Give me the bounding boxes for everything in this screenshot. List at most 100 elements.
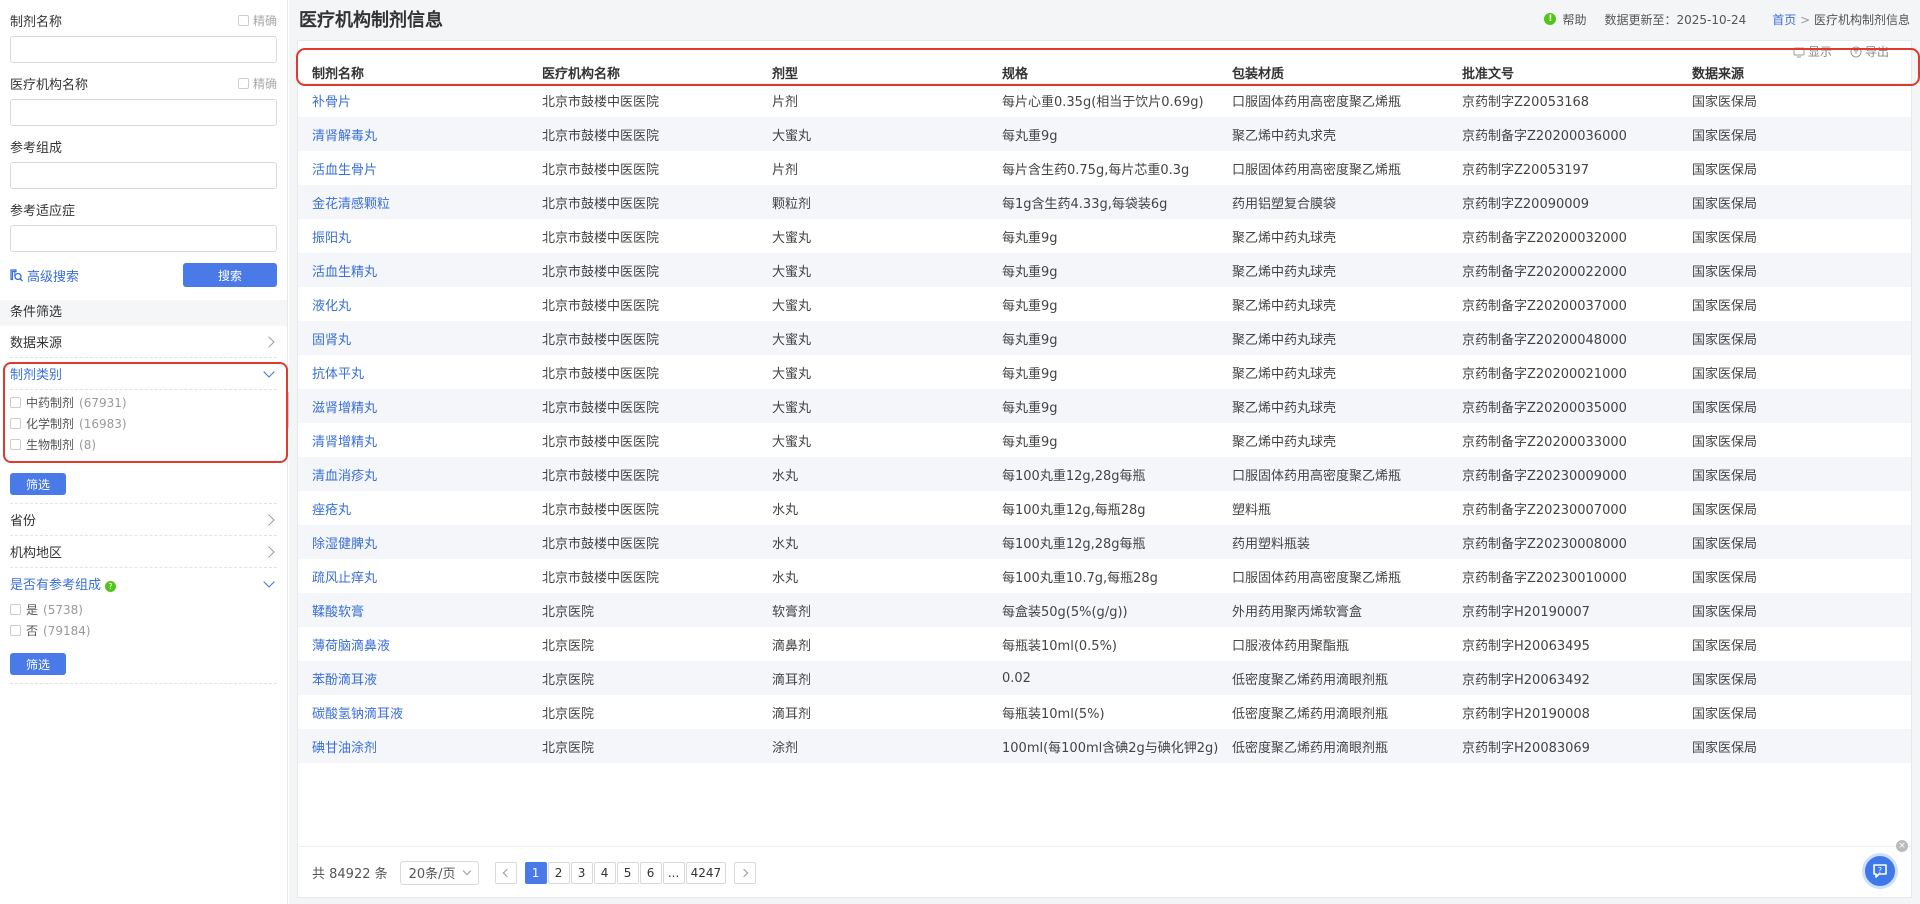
page-number[interactable]: ...	[662, 861, 685, 884]
breadcrumb-home[interactable]: 首页	[1772, 13, 1796, 27]
prep-name-link[interactable]: 清肾解毒丸	[298, 117, 528, 151]
column-header[interactable]: 医疗机构名称	[528, 63, 758, 84]
page-number[interactable]: 5	[616, 861, 639, 884]
has-ref-option[interactable]: 是 (5738)	[10, 599, 277, 620]
table-cell: 聚乙烯中药丸球壳	[1218, 253, 1448, 287]
filter-source-toggle[interactable]: 数据来源	[10, 326, 277, 357]
prep-name-link[interactable]: 活血生精丸	[298, 253, 528, 287]
table-row: 薄荷脑滴鼻液 北京医院 滴鼻剂 每瓶装10ml(0.5%) 口服液体药用聚酯瓶 京药制字H…	[298, 627, 1911, 661]
filter-has-ref-toggle[interactable]: 是否有参考组成?	[10, 568, 277, 599]
option-label: 否	[26, 624, 39, 638]
table-cell: 北京医院	[528, 661, 758, 695]
page-number[interactable]: 2	[547, 861, 570, 884]
results-table: 制剂名称 医疗机构名称 剂型 规格 包装材质 批准文号 数据来源 补骨片北京市鼓…	[298, 63, 1911, 763]
prep-name-input[interactable]	[10, 36, 277, 63]
checkbox[interactable]	[237, 14, 249, 26]
advanced-search-link[interactable]: 高级搜索	[10, 266, 79, 285]
prep-name-link[interactable]: 清血消疹丸	[298, 457, 528, 491]
table-cell: 国家医保局	[1692, 434, 1758, 450]
total-count: 共 84922 条	[312, 867, 388, 882]
checkbox[interactable]	[237, 77, 249, 89]
table-cell: 口服固体药用高密度聚乙烯瓶	[1232, 570, 1402, 586]
column-header[interactable]: 批准文号	[1448, 63, 1678, 84]
prep-name-link[interactable]: 苯酚滴耳液	[298, 661, 528, 695]
table-row: 活血生骨片 北京市鼓楼中医医院 片剂 每片含生药0.75g,每片芯重0.3g 口服固体药…	[298, 151, 1911, 185]
breadcrumb-separator: >	[1800, 12, 1811, 27]
page-number[interactable]: 6	[639, 861, 662, 884]
prep-name-link[interactable]: 清肾增精丸	[298, 423, 528, 457]
prep-name-link[interactable]: 碘甘油涂剂	[298, 729, 528, 763]
table-cell: 北京市鼓楼中医医院	[528, 185, 758, 219]
next-page-button[interactable]	[734, 861, 757, 884]
column-header[interactable]: 制剂名称	[298, 63, 528, 84]
checkbox[interactable]	[10, 418, 21, 429]
table-cell: 京药制备字Z20200033000	[1462, 434, 1627, 450]
table-row: 清肾增精丸 北京市鼓楼中医医院 大蜜丸 每丸重9g 聚乙烯中药丸球壳 京药制备字Z2020…	[298, 423, 1911, 457]
category-option[interactable]: 生物制剂 (8)	[10, 434, 277, 455]
exact-toggle[interactable]: 精确	[237, 12, 277, 29]
checkbox[interactable]	[10, 625, 21, 636]
institution-input[interactable]	[10, 99, 277, 126]
prep-name-link[interactable]: 补骨片	[298, 83, 528, 117]
column-header[interactable]: 剂型	[758, 63, 988, 84]
table-cell: 口服固体药用高密度聚乙烯瓶	[1232, 94, 1402, 110]
page-number[interactable]: 3	[570, 861, 593, 884]
help-link[interactable]: 帮助	[1562, 11, 1586, 28]
table-cell: 每片心重0.35g(相当于饮片0.69g)	[1002, 94, 1204, 110]
prep-name-link[interactable]: 痤疮丸	[298, 491, 528, 525]
column-header[interactable]: 数据来源	[1678, 63, 1911, 84]
prep-name-link[interactable]: 疏风止痒丸	[298, 559, 528, 593]
prep-name-link[interactable]: 金花清感颗粒	[298, 185, 528, 219]
composition-input[interactable]	[10, 162, 277, 189]
filter-region-toggle[interactable]: 机构地区	[10, 536, 277, 567]
page-number[interactable]: 4	[593, 861, 616, 884]
checkbox[interactable]	[10, 604, 21, 615]
search-button[interactable]: 搜索	[183, 263, 277, 287]
table-cell: 国家医保局	[1678, 525, 1911, 559]
table-cell: 京药制备字Z20200037000	[1462, 298, 1627, 314]
checkbox[interactable]	[10, 397, 21, 408]
table-row: 活血生精丸 北京市鼓楼中医医院 大蜜丸 每丸重9g 聚乙烯中药丸球壳 京药制备字Z2020…	[298, 253, 1911, 287]
prep-name-link[interactable]: 滋肾增精丸	[298, 389, 528, 423]
prep-name-link[interactable]: 抗体平丸	[298, 355, 528, 389]
category-option[interactable]: 中药制剂 (67931)	[10, 392, 277, 413]
table-cell: 大蜜丸	[772, 366, 812, 382]
table-cell: 北京市鼓楼中医医院	[528, 525, 758, 559]
table-cell: 国家医保局	[1692, 366, 1758, 382]
exact-toggle[interactable]: 精确	[237, 75, 277, 92]
prep-name-link[interactable]: 除湿健脾丸	[298, 525, 528, 559]
table-row: 固肾丸 北京市鼓楼中医医院 大蜜丸 每丸重9g 聚乙烯中药丸球壳 京药制备字Z202000…	[298, 321, 1911, 355]
checkbox[interactable]	[10, 439, 21, 450]
prep-name-link[interactable]: 液化丸	[298, 287, 528, 321]
filter-province-toggle[interactable]: 省份	[10, 504, 277, 535]
help-icon[interactable]: ?	[105, 581, 117, 592]
indication-input[interactable]	[10, 225, 277, 252]
prep-name-link[interactable]: 鞣酸软膏	[298, 593, 528, 627]
customer-service-button[interactable]: ?	[1862, 853, 1898, 889]
prep-name-link[interactable]: 活血生骨片	[298, 151, 528, 185]
has-ref-filter-button[interactable]: 筛选	[10, 653, 66, 675]
page-number[interactable]: 1	[524, 861, 547, 884]
table-row: 碘甘油涂剂 北京医院 涂剂 100ml(每100ml含碘2g与碘化钾2g) 低密度聚乙烯…	[298, 729, 1911, 763]
prev-page-button[interactable]	[494, 861, 517, 884]
close-icon[interactable]: ×	[1896, 840, 1908, 852]
table-cell: 低密度聚乙烯药用滴眼剂瓶	[1218, 661, 1448, 695]
has-ref-option[interactable]: 否 (79184)	[10, 620, 277, 641]
page-size-select[interactable]: 20条/页	[399, 860, 479, 885]
column-header[interactable]: 规格	[988, 63, 1218, 84]
table-row: 除湿健脾丸 北京市鼓楼中医医院 水丸 每100丸重12g,28g每瓶 药用塑料瓶装 京药制…	[298, 525, 1911, 559]
category-option[interactable]: 化学制剂 (16983)	[10, 413, 277, 434]
table-cell: 京药制备字Z20200022000	[1448, 253, 1678, 287]
export-button[interactable]: 导出	[1850, 43, 1889, 60]
prep-name-link[interactable]: 薄荷脑滴鼻液	[298, 627, 528, 661]
prep-name-link[interactable]: 碳酸氢钠滴耳液	[298, 695, 528, 729]
page-number[interactable]: 4247	[685, 861, 727, 884]
prep-name-link[interactable]: 振阳丸	[298, 219, 528, 253]
table-cell: 京药制字H20190008	[1462, 706, 1590, 722]
filter-category-toggle[interactable]: 制剂类别	[10, 358, 277, 389]
table-cell: 国家医保局	[1692, 502, 1758, 518]
category-filter-button[interactable]: 筛选	[10, 473, 66, 495]
show-columns-button[interactable]: 显示	[1793, 43, 1832, 60]
column-header[interactable]: 包装材质	[1218, 63, 1448, 84]
prep-name-link[interactable]: 固肾丸	[298, 321, 528, 355]
